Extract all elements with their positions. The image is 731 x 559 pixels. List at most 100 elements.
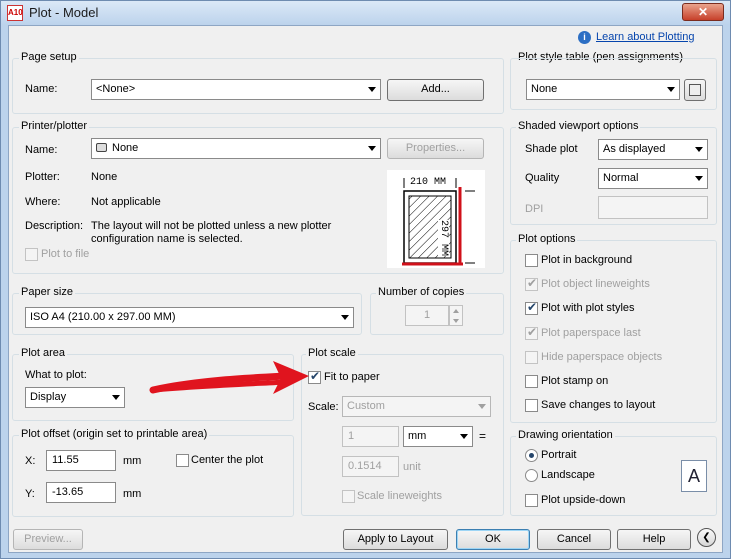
- printer-name-select[interactable]: None: [91, 138, 381, 159]
- chevron-down-icon: [368, 87, 376, 92]
- page-setup-name-value: <None>: [96, 83, 136, 95]
- description-label: Description:: [25, 220, 84, 232]
- copies-input[interactable]: 1: [405, 305, 449, 326]
- description-line-1: The layout will not be plotted unless a …: [91, 220, 332, 232]
- page-setup-label: Page setup: [19, 51, 79, 63]
- dpi-label: DPI: [525, 203, 544, 215]
- portrait-radio[interactable]: [525, 449, 538, 462]
- dpi-input[interactable]: [598, 196, 708, 219]
- checkmark-icon: ✔: [527, 325, 538, 339]
- chevron-down-icon: [667, 87, 675, 92]
- page-setup-name-select[interactable]: <None>: [91, 79, 381, 100]
- page-setup-add-button[interactable]: Add...: [387, 79, 484, 101]
- plot-option-checkbox[interactable]: ✔: [525, 276, 538, 291]
- plot-option-label: Plot stamp on: [541, 375, 609, 387]
- paper-width-label: 210 MM: [410, 177, 447, 188]
- plot-dialog: A10 Plot - Model ✕ i Learn about Plottin…: [0, 0, 731, 559]
- offset-x-unit: mm: [123, 455, 142, 467]
- paper-size-select[interactable]: ISO A4 (210.00 x 297.00 MM): [25, 307, 354, 328]
- cancel-button[interactable]: Cancel: [537, 529, 611, 550]
- dialog-body: i Learn about Plotting Page setup Name: …: [8, 25, 723, 553]
- plot-option-checkbox[interactable]: [525, 399, 538, 412]
- plot-offset-group: [12, 435, 294, 517]
- learn-about-plotting-link[interactable]: Learn about Plotting: [596, 31, 694, 43]
- paper-height-label: 297 MM: [438, 220, 449, 257]
- scale-value-2-input[interactable]: 0.1514: [342, 456, 399, 477]
- preview-button[interactable]: Preview...: [13, 529, 83, 550]
- plot-option-label: Save changes to layout: [541, 399, 656, 411]
- center-the-plot-checkbox[interactable]: [176, 454, 189, 467]
- ok-button[interactable]: OK: [456, 529, 530, 550]
- equals-sign: =: [479, 429, 487, 443]
- center-the-plot-label: Center the plot: [191, 454, 264, 466]
- scale-select[interactable]: Custom: [342, 396, 491, 417]
- plotter-label: Plotter:: [25, 171, 60, 183]
- plotter-value: None: [91, 171, 118, 183]
- copies-spinner[interactable]: [449, 305, 463, 326]
- offset-y-unit: mm: [123, 488, 142, 500]
- landscape-radio[interactable]: [525, 469, 538, 482]
- what-to-plot-value: Display: [30, 391, 67, 403]
- scale-unit-select[interactable]: mm: [403, 426, 473, 447]
- plot-style-edit-icon: [689, 84, 701, 96]
- offset-x-label: X:: [25, 455, 36, 467]
- plot-upside-down-label: Plot upside-down: [541, 494, 626, 506]
- chevron-down-icon: [341, 315, 349, 320]
- printer-plotter-label: Printer/plotter: [19, 120, 90, 132]
- shade-plot-select[interactable]: As displayed: [598, 139, 708, 160]
- plot-offset-label: Plot offset (origin set to printable are…: [19, 428, 210, 440]
- chevron-down-icon: [368, 146, 376, 151]
- checkmark-icon: ✔: [527, 276, 538, 290]
- quality-select[interactable]: Normal: [598, 168, 708, 189]
- plot-option-checkbox[interactable]: ✔: [525, 325, 538, 340]
- offset-x-input[interactable]: 11.55: [46, 450, 116, 471]
- plot-to-file-checkbox[interactable]: [25, 248, 38, 261]
- where-label: Where:: [25, 196, 61, 208]
- fit-to-paper-label: Fit to paper: [324, 371, 380, 383]
- chevron-down-icon: [478, 404, 486, 409]
- scale-unit-2-label: unit: [403, 461, 421, 473]
- what-to-plot-select[interactable]: Display: [25, 387, 125, 408]
- chevron-down-icon: [695, 147, 703, 152]
- plot-area-label: Plot area: [19, 347, 68, 359]
- orientation-letter: A: [687, 466, 700, 486]
- help-button[interactable]: Help: [617, 529, 691, 550]
- autocad-app-icon: A10: [7, 5, 23, 21]
- plot-style-table-select[interactable]: None: [526, 79, 680, 100]
- printer-properties-button[interactable]: Properties...: [387, 138, 484, 159]
- checkmark-icon: ✔: [527, 300, 538, 314]
- where-value: Not applicable: [91, 196, 161, 208]
- scale-value-1-input[interactable]: 1: [342, 426, 399, 447]
- orientation-preview-icon: A: [681, 460, 707, 492]
- chevron-down-icon: [112, 395, 120, 400]
- plot-style-table-value: None: [531, 83, 558, 95]
- paper-size-value: ISO A4 (210.00 x 297.00 MM): [30, 311, 176, 323]
- chevron-down-icon: [695, 176, 703, 181]
- quality-label: Quality: [525, 172, 560, 184]
- info-icon: i: [578, 31, 591, 44]
- plot-style-edit-button[interactable]: [684, 79, 706, 101]
- annotation-arrow: [149, 361, 309, 394]
- printer-name-label: Name:: [25, 144, 58, 156]
- paper-size-label: Paper size: [19, 286, 75, 298]
- scale-unit-value: mm: [408, 430, 427, 442]
- quality-value: Normal: [603, 172, 639, 184]
- spinner-up-icon: [453, 309, 459, 313]
- copies-label: Number of copies: [376, 286, 467, 298]
- title-bar[interactable]: A10 Plot - Model ✕: [1, 1, 730, 25]
- plot-option-checkbox[interactable]: [525, 254, 538, 267]
- portrait-label: Portrait: [541, 449, 577, 461]
- plot-upside-down-checkbox[interactable]: [525, 494, 538, 507]
- close-button[interactable]: ✕: [682, 3, 724, 21]
- plot-option-checkbox[interactable]: [525, 375, 538, 388]
- offset-y-input[interactable]: -13.65: [46, 482, 116, 503]
- plot-option-label: Plot in background: [541, 254, 633, 266]
- printer-icon: [96, 143, 107, 152]
- scale-lineweights-checkbox[interactable]: [342, 490, 355, 503]
- plot-option-checkbox[interactable]: ✔: [525, 300, 538, 315]
- plot-option-checkbox[interactable]: [525, 351, 538, 364]
- shade-plot-value: As displayed: [603, 143, 666, 155]
- apply-to-layout-button[interactable]: Apply to Layout: [343, 529, 448, 550]
- collapse-options-button[interactable]: ❮: [697, 528, 716, 547]
- spinner-down-icon: [453, 319, 459, 323]
